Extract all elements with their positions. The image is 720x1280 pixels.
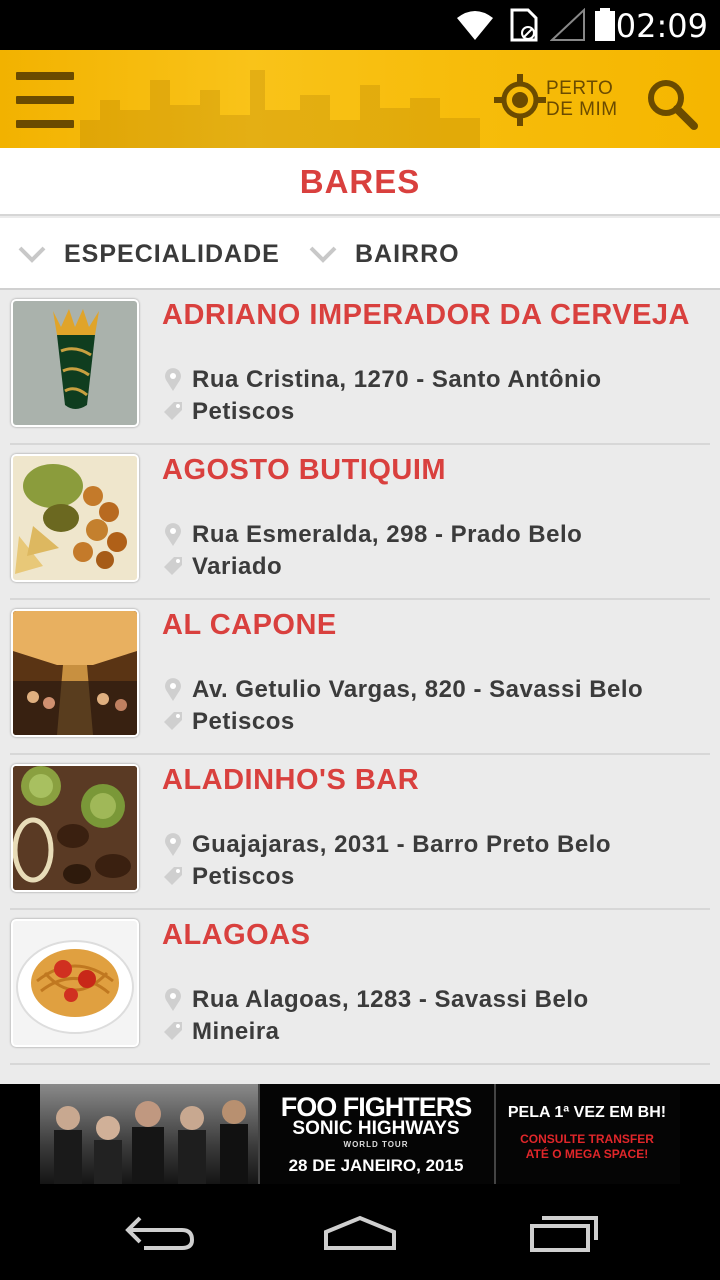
list-item[interactable]: ALAGOAS Rua Alagoas, 1283 - Savassi Belo… (10, 910, 710, 1065)
system-nav-bar (0, 1186, 720, 1280)
crown-logo-image (53, 309, 99, 409)
page-title: BARES (299, 163, 421, 200)
ad-subhead: SONIC HIGHWAYS (292, 1118, 460, 1139)
bar-thumbnail (11, 764, 139, 892)
bar-name: ALADINHO'S BAR (162, 764, 420, 796)
clock: 02:09 (615, 7, 708, 45)
tag-icon (164, 1022, 182, 1040)
filter-label: ESPECIALIDADE (64, 239, 280, 268)
list-item[interactable]: AL CAPONE Av. Getulio Vargas, 820 - Sava… (10, 600, 710, 755)
ad-tour: WORLD TOUR (343, 1140, 409, 1149)
chevron-down-icon (18, 246, 46, 263)
filter-especialidade[interactable]: ESPECIALIDADE (18, 218, 280, 290)
bar-name: AL CAPONE (162, 609, 337, 641)
ad-banner[interactable]: FOO FIGHTERS SONIC HIGHWAYS WORLD TOUR 2… (40, 1084, 680, 1184)
chevron-down-icon (309, 246, 337, 263)
ad-bar: FOO FIGHTERS SONIC HIGHWAYS WORLD TOUR 2… (0, 1084, 720, 1186)
sim-card-icon (510, 8, 538, 42)
map-pin-icon (165, 523, 181, 546)
ad-right-title: PELA 1ª VEZ EM BH! (507, 1104, 667, 1121)
bar-address: Rua Cristina, 1270 - Santo Antônio (162, 366, 602, 394)
filter-bairro[interactable]: BAIRRO (309, 218, 460, 290)
ad-date: 28 DE JANEIRO, 2015 (288, 1156, 464, 1175)
bar-address: Rua Esmeralda, 298 - Prado Belo (162, 521, 582, 549)
skyline-decoration (80, 70, 480, 148)
bar-address: Av. Getulio Vargas, 820 - Savassi Belo (162, 676, 643, 704)
filter-bar: ESPECIALIDADE BAIRRO (0, 218, 720, 290)
bar-category: Variado (162, 553, 282, 581)
bar-thumbnail (11, 919, 139, 1047)
bar-interior-image (13, 611, 137, 735)
bar-name: ADRIANO IMPERADOR DA CERVEJA (162, 299, 690, 331)
bar-address: Rua Alagoas, 1283 - Savassi Belo (162, 986, 589, 1014)
recent-apps-icon[interactable] (522, 1210, 602, 1256)
bar-thumbnail (11, 609, 139, 737)
band-photo (40, 1084, 258, 1184)
bar-name: ALAGOAS (162, 919, 311, 951)
tag-icon (164, 867, 182, 885)
status-bar: 02:09 (0, 0, 720, 50)
tag-icon (164, 557, 182, 575)
home-icon[interactable] (320, 1210, 400, 1256)
tag-icon (164, 402, 182, 420)
battery-icon (595, 8, 615, 41)
map-pin-icon (165, 368, 181, 391)
tag-icon (164, 712, 182, 730)
bar-list: ADRIANO IMPERADOR DA CERVEJA Rua Cristin… (0, 290, 720, 1065)
ad-right-note: CONSULTE TRANSFER ATÉ O MEGA SPACE! (520, 1132, 654, 1161)
search-button[interactable] (644, 76, 698, 130)
search-icon (648, 80, 698, 130)
back-icon[interactable] (120, 1210, 200, 1256)
app-bar: PERTO DE MIM (0, 50, 720, 148)
hamburger-menu-icon (16, 72, 74, 80)
menu-button[interactable] (16, 72, 74, 128)
bar-category: Petiscos (162, 398, 295, 426)
map-pin-icon (165, 988, 181, 1011)
list-item[interactable]: ALADINHO'S BAR Guajajaras, 2031 - Barro … (10, 755, 710, 910)
fried-food-image (13, 456, 137, 580)
bar-category: Petiscos (162, 863, 295, 891)
wifi-icon (457, 11, 493, 40)
map-pin-icon (165, 678, 181, 701)
app-screen: 02:09 PERTO DE MIM BARES ESPECIALIDADE B… (0, 0, 720, 1280)
list-item[interactable]: AGOSTO BUTIQUIM Rua Esmeralda, 298 - Pra… (10, 445, 710, 600)
bar-thumbnail (11, 454, 139, 582)
near-me-button[interactable]: PERTO DE MIM (494, 74, 624, 126)
bar-thumbnail (11, 299, 139, 427)
meat-dish-image (13, 766, 137, 890)
signal-icon (550, 8, 585, 41)
filter-label: BAIRRO (355, 239, 460, 268)
list-item[interactable]: ADRIANO IMPERADOR DA CERVEJA Rua Cristin… (10, 290, 710, 445)
bar-category: Mineira (162, 1018, 280, 1046)
bar-address: Guajajaras, 2031 - Barro Preto Belo (162, 831, 611, 859)
bar-name: AGOSTO BUTIQUIM (162, 454, 447, 486)
location-target-icon (494, 74, 546, 126)
map-pin-icon (165, 833, 181, 856)
near-me-label: PERTO DE MIM (546, 78, 618, 120)
pasta-dish-image (13, 921, 137, 1045)
title-bar: BARES (0, 148, 720, 216)
bar-category: Petiscos (162, 708, 295, 736)
